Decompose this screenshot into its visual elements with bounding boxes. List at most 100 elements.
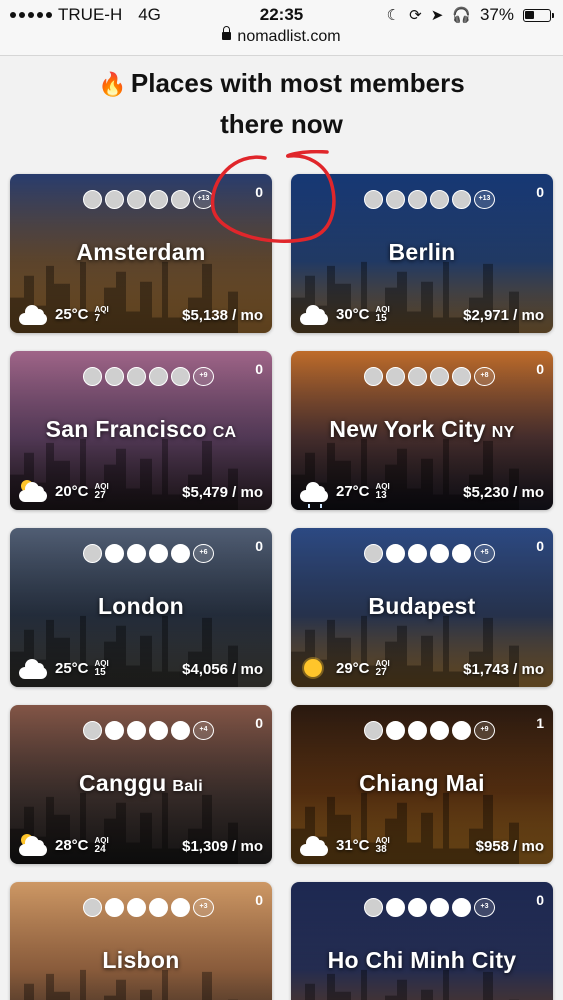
air-quality: AQI 13 (375, 482, 390, 501)
temperature: 25°C (55, 659, 89, 677)
temperature: 28°C (55, 836, 89, 854)
more-members-badge[interactable]: +5 (474, 544, 495, 563)
member-avatars[interactable]: +3 (364, 898, 495, 917)
weather-info: 31°C AQI 38 (300, 834, 390, 856)
member-avatar[interactable] (127, 190, 146, 209)
more-members-badge[interactable]: +3 (193, 898, 214, 917)
members-count: 1 (536, 715, 544, 731)
member-avatar[interactable] (171, 190, 190, 209)
url-bar[interactable]: nomadlist.com (0, 26, 563, 46)
member-avatar[interactable] (452, 898, 471, 917)
member-avatar[interactable] (386, 190, 405, 209)
location-icon: ➤ (430, 6, 444, 24)
city-label: Ho Chi Minh City (327, 947, 517, 973)
status-icons: ☾ ⟳ ➤ 🎧 37% (387, 5, 554, 25)
member-avatar[interactable] (127, 544, 146, 563)
city-card-london[interactable]: +6 0 London 25°C AQI 15 $4,056 / mo (10, 528, 272, 687)
member-avatar[interactable] (452, 544, 471, 563)
member-avatar[interactable] (171, 898, 190, 917)
more-members-badge[interactable]: +3 (474, 898, 495, 917)
member-avatar[interactable] (171, 544, 190, 563)
member-avatar[interactable] (408, 367, 427, 386)
member-avatar[interactable] (430, 898, 449, 917)
member-avatar[interactable] (171, 367, 190, 386)
member-avatar[interactable] (105, 721, 124, 740)
city-card-budapest[interactable]: +5 0 Budapest 29°C AQI 27 $1,743 / mo (291, 528, 553, 687)
member-avatar[interactable] (105, 367, 124, 386)
members-count: 0 (255, 892, 263, 908)
member-avatar[interactable] (364, 544, 383, 563)
city-name: Ho Chi Minh City (291, 947, 553, 974)
member-avatar[interactable] (364, 898, 383, 917)
weather-info: 30°C AQI 15 (300, 303, 390, 325)
member-avatars[interactable]: +8 (364, 367, 495, 386)
more-members-badge[interactable]: +8 (474, 367, 495, 386)
member-avatar[interactable] (83, 367, 102, 386)
member-avatar[interactable] (386, 898, 405, 917)
member-avatar[interactable] (386, 367, 405, 386)
member-avatar[interactable] (105, 898, 124, 917)
more-members-badge[interactable]: +9 (474, 721, 495, 740)
member-avatar[interactable] (83, 898, 102, 917)
member-avatars[interactable]: +6 (83, 544, 214, 563)
weather-info: 27°C AQI 13 (300, 480, 390, 508)
member-avatars[interactable]: +9 (83, 367, 214, 386)
more-members-badge[interactable]: +9 (193, 367, 214, 386)
more-members-badge[interactable]: +13 (474, 190, 495, 209)
member-avatar[interactable] (430, 190, 449, 209)
member-avatar[interactable] (127, 721, 146, 740)
member-avatar[interactable] (105, 190, 124, 209)
member-avatars[interactable]: +13 (83, 190, 214, 209)
city-label: Lisbon (102, 947, 180, 973)
member-avatar[interactable] (452, 367, 471, 386)
weather-icon (300, 480, 330, 508)
city-card-new-york-city[interactable]: +8 0 New York City NY 27°C AQI 13 $5,230 / mo (291, 351, 553, 510)
city-card-ho-chi-minh-city[interactable]: +3 0 Ho Chi Minh City (291, 882, 553, 1000)
member-avatars[interactable]: +4 (83, 721, 214, 740)
city-name: Lisbon (10, 947, 272, 974)
member-avatar[interactable] (105, 544, 124, 563)
member-avatar[interactable] (171, 721, 190, 740)
cost-of-living: $2,971 / mo (463, 307, 544, 324)
member-avatar[interactable] (83, 721, 102, 740)
member-avatar[interactable] (83, 544, 102, 563)
member-avatar[interactable] (430, 721, 449, 740)
member-avatar[interactable] (149, 544, 168, 563)
city-card-san-francisco[interactable]: +9 0 San Francisco CA 20°C AQI 27 $5,479 / mo (10, 351, 272, 510)
member-avatar[interactable] (452, 190, 471, 209)
member-avatar[interactable] (83, 190, 102, 209)
city-card-chiang-mai[interactable]: +9 1 Chiang Mai 31°C AQI 38 $958 / mo (291, 705, 553, 864)
member-avatar[interactable] (408, 721, 427, 740)
city-card-canggu[interactable]: +4 0 Canggu Bali 28°C AQI 24 $1,309 / mo (10, 705, 272, 864)
member-avatar[interactable] (149, 367, 168, 386)
member-avatar[interactable] (149, 190, 168, 209)
member-avatar[interactable] (127, 367, 146, 386)
member-avatars[interactable]: +9 (364, 721, 495, 740)
member-avatar[interactable] (149, 898, 168, 917)
member-avatar[interactable] (430, 544, 449, 563)
members-count: 0 (255, 361, 263, 377)
member-avatar[interactable] (364, 721, 383, 740)
member-avatar[interactable] (408, 190, 427, 209)
weather-info: 28°C AQI 24 (19, 834, 109, 856)
more-members-badge[interactable]: +4 (193, 721, 214, 740)
member-avatar[interactable] (364, 190, 383, 209)
city-label: Amsterdam (76, 239, 206, 265)
member-avatar[interactable] (386, 544, 405, 563)
temperature: 25°C (55, 305, 89, 323)
member-avatar[interactable] (149, 721, 168, 740)
member-avatar[interactable] (430, 367, 449, 386)
weather-icon (300, 303, 330, 325)
member-avatar[interactable] (127, 898, 146, 917)
member-avatar[interactable] (386, 721, 405, 740)
member-avatar[interactable] (364, 367, 383, 386)
member-avatar[interactable] (408, 898, 427, 917)
member-avatars[interactable]: +13 (364, 190, 495, 209)
more-members-badge[interactable]: +6 (193, 544, 214, 563)
city-card-lisbon[interactable]: +3 0 Lisbon (10, 882, 272, 1000)
member-avatars[interactable]: +5 (364, 544, 495, 563)
member-avatar[interactable] (408, 544, 427, 563)
member-avatar[interactable] (452, 721, 471, 740)
member-avatars[interactable]: +3 (83, 898, 214, 917)
city-name: New York City NY (291, 416, 553, 443)
